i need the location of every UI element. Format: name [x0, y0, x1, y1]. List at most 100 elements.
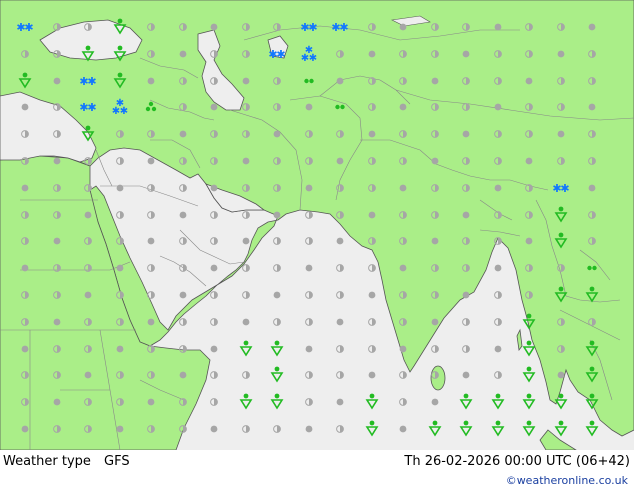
- svg-text:✱: ✱: [120, 106, 128, 117]
- svg-text:✱: ✱: [308, 21, 317, 34]
- dry-dot-icon: [336, 318, 344, 326]
- dry-dot-icon: [399, 425, 407, 433]
- dry-dot-icon: [557, 371, 565, 379]
- dry-dot-icon: [242, 237, 250, 245]
- dry-dot-icon: [210, 23, 218, 31]
- model-label: GFS: [104, 454, 130, 469]
- dry-dot-icon: [368, 371, 376, 379]
- product-label: Weather type: [3, 454, 91, 469]
- dry-dot-icon: [21, 425, 29, 433]
- dry-dot-icon: [336, 77, 344, 85]
- dry-dot-icon: [21, 345, 29, 353]
- dry-dot-icon: [399, 264, 407, 272]
- dry-dot-icon: [525, 237, 533, 245]
- snow-icon: ✱✱: [331, 21, 348, 34]
- dry-dot-icon: [116, 184, 124, 192]
- dry-dot-icon: [305, 103, 313, 111]
- snow-icon: ✱✱: [16, 21, 33, 34]
- dry-dot-icon: [399, 103, 407, 111]
- dry-dot-icon: [336, 237, 344, 245]
- dry-dot-icon: [116, 264, 124, 272]
- dry-dot-icon: [147, 398, 155, 406]
- dry-dot-icon: [305, 425, 313, 433]
- dry-dot-icon: [368, 291, 376, 299]
- dry-dot-icon: [431, 398, 439, 406]
- dry-dot-icon: [179, 291, 187, 299]
- dry-dot-icon: [588, 184, 596, 192]
- dry-dot-icon: [179, 211, 187, 219]
- dry-dot-icon: [336, 157, 344, 165]
- dry-dot-icon: [462, 291, 470, 299]
- dry-dot-icon: [557, 50, 565, 58]
- dry-dot-icon: [305, 264, 313, 272]
- dry-dot-icon: [368, 130, 376, 138]
- dry-dot-icon: [179, 50, 187, 58]
- dry-dot-icon: [84, 211, 92, 219]
- snow-icon: ✱✱: [79, 101, 96, 114]
- dry-dot-icon: [494, 103, 502, 111]
- credit-link[interactable]: ©weatheronline.co.uk: [506, 474, 628, 487]
- dry-dot-icon: [21, 103, 29, 111]
- dry-dot-icon: [147, 237, 155, 245]
- dry-dot-icon: [242, 157, 250, 165]
- dry-dot-icon: [399, 23, 407, 31]
- dry-dot-icon: [273, 130, 281, 138]
- dry-dot-icon: [336, 398, 344, 406]
- dry-dot-icon: [462, 130, 470, 138]
- dry-dot-icon: [431, 77, 439, 85]
- dry-dot-icon: [53, 398, 61, 406]
- dry-dot-icon: [368, 211, 376, 219]
- dry-dot-icon: [431, 237, 439, 245]
- svg-text:✱: ✱: [24, 21, 33, 34]
- dry-dot-icon: [305, 184, 313, 192]
- dry-dot-icon: [588, 103, 596, 111]
- snow-icon: ✱✱: [300, 21, 317, 34]
- svg-text:✱: ✱: [87, 101, 96, 114]
- svg-text:✱: ✱: [309, 53, 317, 64]
- dry-dot-icon: [53, 77, 61, 85]
- dry-dot-icon: [525, 77, 533, 85]
- dry-dot-icon: [399, 345, 407, 353]
- valid-time-label: Th 26-02-2026 00:00 UTC (06+42): [404, 454, 630, 469]
- dry-dot-icon: [53, 237, 61, 245]
- svg-text:✱: ✱: [339, 21, 348, 34]
- dry-dot-icon: [431, 318, 439, 326]
- snow-icon: ✱✱: [552, 182, 569, 195]
- dry-dot-icon: [494, 184, 502, 192]
- dry-dot-icon: [494, 264, 502, 272]
- dry-dot-icon: [53, 157, 61, 165]
- dry-dot-icon: [21, 264, 29, 272]
- dry-dot-icon: [368, 50, 376, 58]
- dry-dot-icon: [21, 184, 29, 192]
- dry-dot-icon: [53, 318, 61, 326]
- dry-dot-icon: [116, 345, 124, 353]
- dry-dot-icon: [305, 345, 313, 353]
- dry-dot-icon: [399, 184, 407, 192]
- dry-dot-icon: [242, 77, 250, 85]
- dry-dot-icon: [210, 264, 218, 272]
- snow-icon: ✱✱: [79, 75, 96, 88]
- dry-dot-icon: [462, 371, 470, 379]
- dry-dot-icon: [588, 23, 596, 31]
- weather-map: ✱✱ ✱✱ ✱✱✱✱ ✱✱ ✱✱✱✱✱ ✱✱ ✱✱✱: [0, 0, 634, 450]
- dry-dot-icon: [84, 291, 92, 299]
- snow-icon: ✱✱: [268, 48, 285, 61]
- dry-dot-icon: [147, 318, 155, 326]
- dry-dot-icon: [147, 77, 155, 85]
- dry-dot-icon: [462, 211, 470, 219]
- dry-dot-icon: [242, 318, 250, 326]
- dry-dot-icon: [462, 50, 470, 58]
- dry-dot-icon: [210, 103, 218, 111]
- svg-text:✱: ✱: [560, 182, 569, 195]
- dry-dot-icon: [84, 371, 92, 379]
- dry-dot-icon: [525, 157, 533, 165]
- dry-dot-icon: [179, 130, 187, 138]
- svg-text:✱: ✱: [87, 75, 96, 88]
- dry-dot-icon: [431, 157, 439, 165]
- svg-text:✱: ✱: [276, 48, 285, 61]
- dry-dot-icon: [210, 184, 218, 192]
- dry-dot-icon: [210, 425, 218, 433]
- dry-dot-icon: [273, 211, 281, 219]
- dry-dot-icon: [494, 345, 502, 353]
- dry-dot-icon: [179, 371, 187, 379]
